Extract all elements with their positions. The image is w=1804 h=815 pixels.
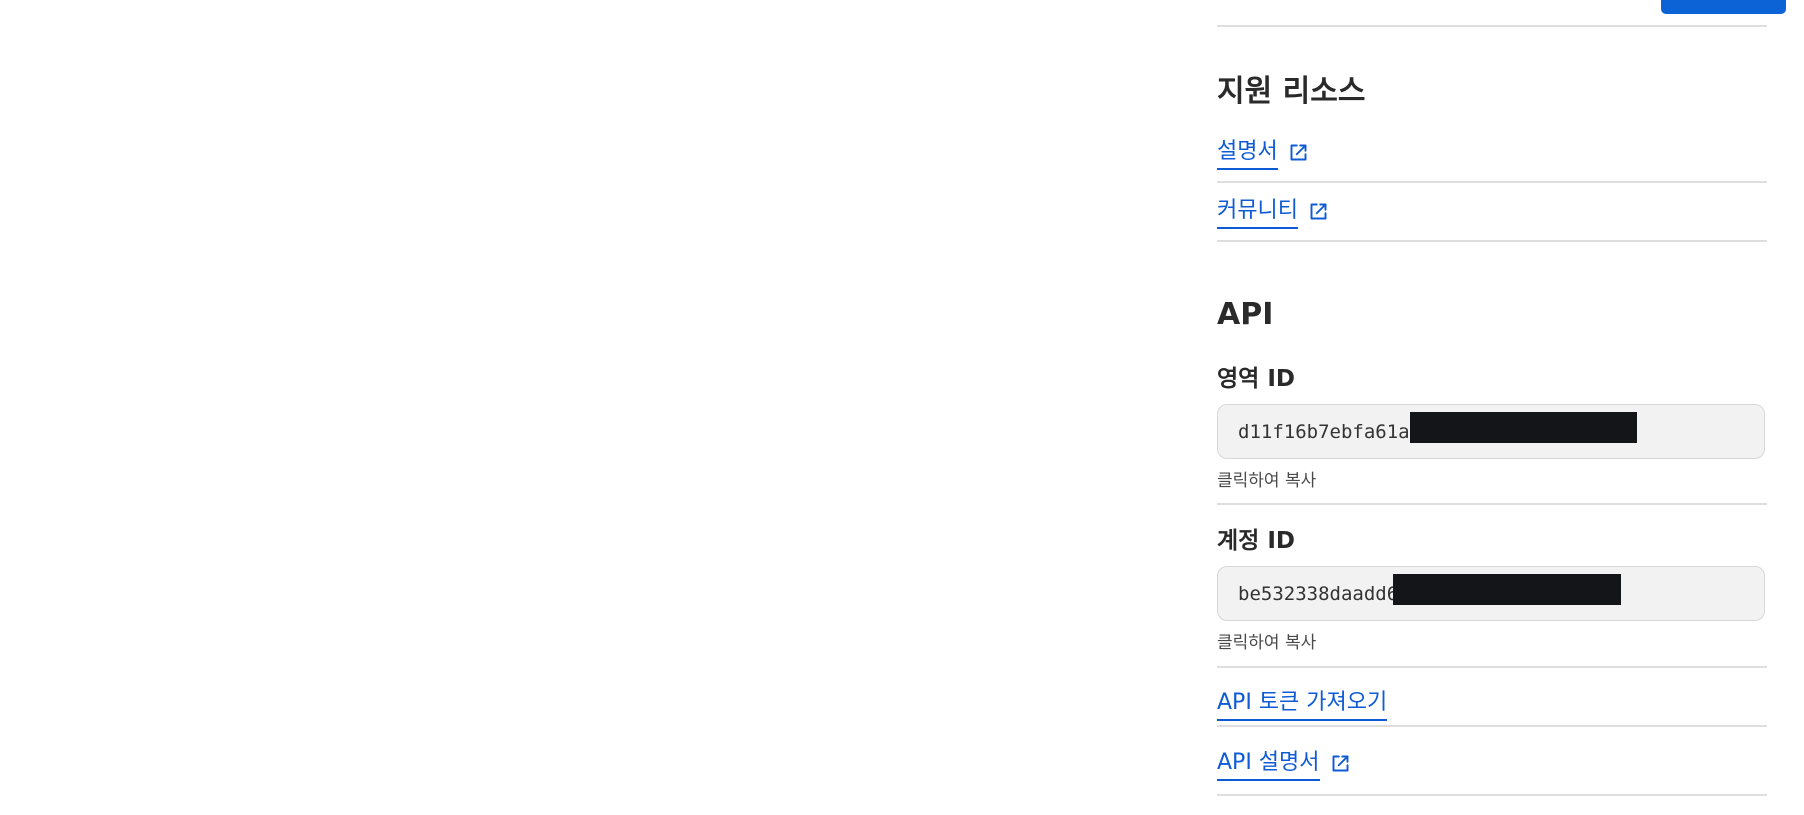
api-token-divider	[1217, 725, 1767, 727]
community-link-label: 커뮤니티	[1217, 197, 1298, 229]
zone-id-label: 영역 ID	[1217, 366, 1295, 392]
support-resources-heading: 지원 리소스	[1217, 74, 1366, 109]
account-id-value: be532338daadd6	[1238, 583, 1399, 605]
api-documentation-link[interactable]: API 설명서	[1217, 748, 1351, 782]
external-link-icon	[1308, 201, 1329, 222]
documentation-link[interactable]: 설명서	[1217, 137, 1309, 171]
external-link-icon	[1288, 142, 1309, 163]
api-documentation-link-label: API 설명서	[1217, 749, 1320, 781]
community-link[interactable]: 커뮤니티	[1217, 196, 1329, 230]
zone-id-copy-hint: 클릭하여 복사	[1217, 471, 1317, 491]
get-api-token-link-label: API 토큰 가져오기	[1217, 689, 1388, 721]
top-divider	[1217, 25, 1767, 27]
zone-id-divider	[1217, 503, 1767, 505]
documentation-divider	[1217, 181, 1767, 183]
get-api-token-link[interactable]: API 토큰 가져오기	[1217, 688, 1388, 722]
external-link-icon	[1330, 753, 1351, 774]
api-heading: API	[1217, 297, 1274, 332]
zone-id-copy-field[interactable]: d11f16b7ebfa61a	[1217, 404, 1765, 459]
zone-id-value: d11f16b7ebfa61a	[1238, 421, 1410, 443]
dashboard-side-panel-page: 지원 리소스 설명서 커뮤니티 API 영역 ID d11f16b7ebfa61…	[0, 0, 1804, 815]
top-primary-button-fragment[interactable]	[1661, 0, 1786, 14]
account-id-copy-field[interactable]: be532338daadd6	[1217, 566, 1765, 621]
account-id-copy-hint: 클릭하여 복사	[1217, 633, 1317, 653]
documentation-link-label: 설명서	[1217, 138, 1278, 170]
community-divider	[1217, 240, 1767, 242]
api-documentation-divider	[1217, 794, 1767, 796]
account-id-redaction	[1393, 574, 1621, 605]
account-id-label: 계정 ID	[1217, 528, 1295, 554]
account-id-divider	[1217, 666, 1767, 668]
zone-id-redaction	[1410, 412, 1637, 443]
